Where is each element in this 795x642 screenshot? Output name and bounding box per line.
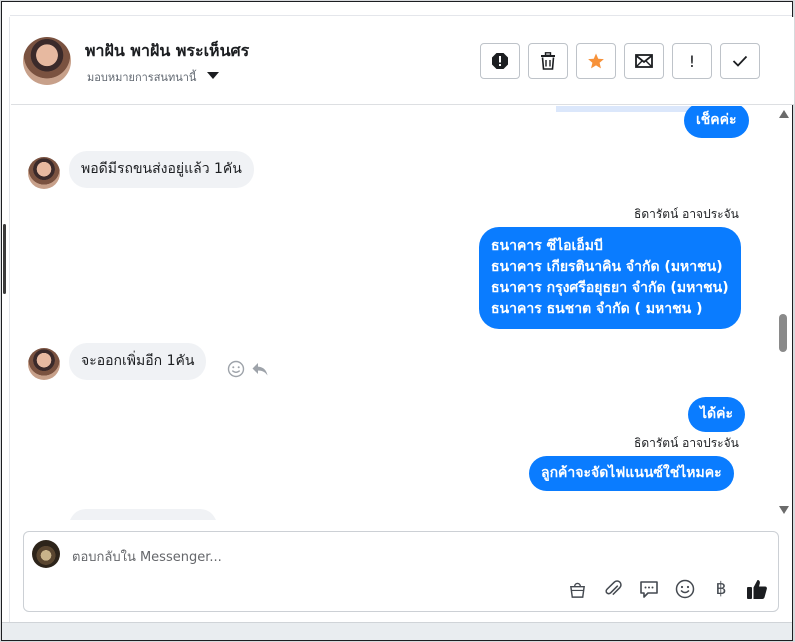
contact-avatar-small[interactable] [28, 157, 60, 189]
assign-conversation-label[interactable]: มอบหมายการสนทนานี้ [87, 68, 196, 86]
star-button[interactable] [576, 43, 616, 79]
contact-avatar[interactable] [23, 37, 71, 85]
like-button[interactable] [746, 578, 768, 600]
chat-scrollbar[interactable] [777, 106, 791, 520]
chevron-down-icon[interactable] [207, 72, 219, 79]
scroll-thumb[interactable] [779, 314, 787, 352]
left-scroll-handle[interactable] [3, 224, 6, 294]
mark-unread-button[interactable] [624, 43, 664, 79]
mark-done-button[interactable] [720, 43, 760, 79]
follow-up-button[interactable]: ! [672, 43, 712, 79]
contact-name[interactable]: พาฝัน พาฝัน พระเห็นศร [85, 39, 249, 64]
delete-button[interactable] [528, 43, 568, 79]
message-outgoing[interactable]: ได้ค่ะ [688, 397, 746, 432]
report-button[interactable] [480, 43, 520, 79]
contact-avatar-small[interactable] [28, 348, 60, 380]
paperclip-icon [604, 579, 622, 595]
emoji-button[interactable] [674, 578, 696, 600]
top-strip [10, 2, 792, 16]
left-edge [2, 17, 10, 622]
chat-bubble-icon [640, 580, 658, 598]
reply-icon[interactable] [251, 360, 269, 378]
trash-icon [541, 52, 555, 70]
saved-replies-button[interactable] [638, 578, 660, 600]
attach-button[interactable] [602, 578, 624, 600]
composer-toolbar: ฿ [566, 578, 768, 600]
exclamation-icon: ! [688, 51, 696, 71]
react-emoji-icon[interactable] [227, 360, 245, 378]
scroll-up-arrow[interactable] [779, 110, 789, 118]
report-icon [492, 53, 508, 69]
message-outgoing-bank-list[interactable]: ธนาคาร ซีไอเอ็มบี ธนาคาร เกียรตินาคิน จำ… [479, 227, 741, 329]
emoji-icon [675, 579, 695, 599]
reply-input[interactable]: ตอบกลับใน Messenger... [72, 546, 222, 567]
payment-button[interactable]: ฿ [710, 578, 732, 600]
thumbs-up-icon [747, 580, 767, 599]
bag-icon [569, 582, 585, 598]
mail-icon [635, 54, 653, 68]
sender-name: ธิดารัตน์ อาจประจัน [634, 207, 739, 221]
scroll-down-arrow[interactable] [779, 506, 789, 514]
message-incoming-partial[interactable] [69, 509, 217, 520]
message-line: ธนาคาร ซีไอเอ็มบี [491, 238, 603, 254]
sender-name: ธิดารัตน์ อาจประจัน [634, 436, 739, 450]
star-icon [588, 53, 604, 69]
message-line: ธนาคาร ธนชาต จำกัด ( มหาชน ) [491, 301, 703, 317]
message-line: ธนาคาร เกียรตินาคิน จำกัด (มหาชน) [491, 259, 723, 275]
reply-composer: ตอบกลับใน Messenger... ฿ [23, 531, 779, 612]
message-line: ธนาคาร กรุงศรีอยุธยา จำกัด (มหาชน) [491, 280, 729, 296]
conversation-toolbar: ! [480, 43, 760, 79]
baht-icon: ฿ [715, 579, 727, 599]
shop-button[interactable] [566, 578, 588, 600]
conversation-header: พาฝัน พาฝัน พระเห็นศร มอบหมายการสนทนานี้ [11, 17, 794, 105]
message-outgoing[interactable]: ลูกค้าจะจัดไฟแนนซ์ใช่ไหมคะ [529, 456, 734, 491]
message-incoming[interactable]: จะออกเพิ่มอีก 1คัน [69, 343, 207, 380]
previous-message-edge [556, 106, 696, 112]
page-avatar [32, 540, 60, 568]
check-icon [732, 55, 748, 67]
message-outgoing[interactable]: เช็คค่ะ [684, 106, 749, 138]
bottom-strip [2, 622, 792, 640]
message-list[interactable]: เช็คค่ะ พอดีมีรถขนส่งอยู่แล้ว 1คัน ธิดาร… [11, 106, 781, 520]
app-window: พาฝัน พาฝัน พระเห็นศร มอบหมายการสนทนานี้ [1, 1, 794, 641]
message-incoming[interactable]: พอดีมีรถขนส่งอยู่แล้ว 1คัน [69, 151, 254, 188]
